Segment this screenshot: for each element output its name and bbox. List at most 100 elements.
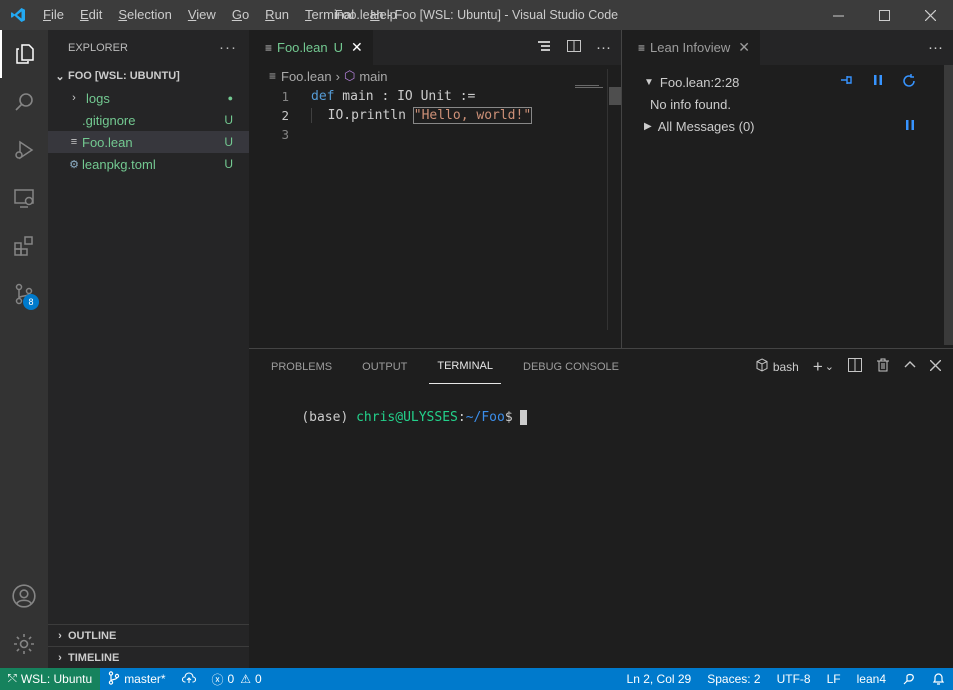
tree-item-logs[interactable]: › logs ● (48, 87, 249, 109)
menu-view[interactable]: View (180, 0, 224, 30)
tree-item-gitignore[interactable]: .gitignore U (48, 109, 249, 131)
code-line-current: 2 IO.println "Hello, world!" (281, 107, 533, 124)
maximize-panel-icon[interactable] (904, 359, 916, 374)
minimap[interactable] (575, 85, 607, 89)
close-icon[interactable]: ✕ (738, 39, 750, 56)
error-icon: ⓧ (211, 672, 224, 687)
pause-icon[interactable] (871, 73, 885, 92)
tab-output[interactable]: OUTPUT (354, 349, 415, 384)
code-editor[interactable]: 1 def main : IO Unit := 2 IO.println "He… (249, 69, 621, 330)
status-bar: ⤲ WSL: Ubuntu master* ⓧ 0 ⚠ 0 Ln 2, Col 29… (0, 668, 953, 690)
source-control-icon[interactable]: 8 (0, 270, 48, 318)
more-actions-icon[interactable]: ··· (596, 39, 611, 56)
tab-label: Lean Infoview (650, 40, 731, 55)
close-icon[interactable]: ✕ (351, 39, 363, 56)
tab-label: Foo.lean (277, 40, 328, 55)
cursor-position[interactable]: Ln 2, Col 29 (619, 668, 700, 690)
cursor-location: Foo.lean:2:28 (659, 74, 740, 90)
breadcrumb: ≡ Foo.lean › ⬡ main (249, 65, 621, 87)
end-of-line[interactable]: LF (819, 668, 849, 690)
tab-status: U (333, 40, 343, 55)
notifications-icon[interactable] (924, 668, 953, 690)
timeline-label: TIMELINE (68, 652, 120, 664)
remote-label: WSL: Ubuntu (20, 672, 93, 686)
menu-selection[interactable]: Selection (110, 0, 179, 30)
explorer-title: EXPLORER (68, 41, 128, 54)
account-icon[interactable] (0, 572, 48, 620)
git-modified-dot: ● (227, 93, 233, 103)
outline-section[interactable]: › OUTLINE (48, 625, 249, 647)
workspace-root[interactable]: ⌄ FOO [WSL: UBUNTU] (48, 65, 249, 87)
menu-bar: File Edit Selection View Go Run Terminal… (35, 0, 405, 30)
infoview-scrollbar[interactable] (944, 65, 953, 345)
terminal-path: ~/Foo (465, 410, 505, 425)
title-bar: File Edit Selection View Go Run Terminal… (0, 0, 953, 30)
menu-file[interactable]: File (35, 0, 72, 30)
extensions-icon[interactable] (0, 222, 48, 270)
terminal-shell-label: bash (772, 359, 799, 374)
infoview-toggle-icon[interactable] (536, 38, 552, 57)
breadcrumb-symbol[interactable]: main (359, 69, 387, 84)
refresh-icon[interactable] (901, 73, 917, 92)
problems-indicator[interactable]: ⓧ 0 ⚠ 0 (204, 668, 270, 690)
menu-go[interactable]: Go (224, 0, 257, 30)
sync-button[interactable] (174, 668, 204, 690)
new-terminal-icon[interactable]: + (813, 357, 823, 377)
editor-tab-foo-lean[interactable]: ≡ Foo.lean U ✕ (249, 30, 373, 65)
infoview-goal-header[interactable]: ▼ Foo.lean:2:28 (644, 71, 953, 93)
tab-problems[interactable]: PROBLEMS (263, 349, 340, 384)
remote-indicator[interactable]: ⤲ WSL: Ubuntu (0, 668, 101, 690)
code-line: 1 def main : IO Unit := (281, 89, 476, 104)
split-editor-icon[interactable] (566, 38, 582, 57)
terminal-cursor (520, 410, 528, 425)
menu-terminal[interactable]: Terminal (297, 0, 362, 30)
more-actions-icon[interactable]: ··· (219, 39, 237, 56)
tree-item-foo-lean[interactable]: ≡ Foo.lean U (48, 131, 249, 153)
pin-icon[interactable] (839, 73, 855, 92)
lean-file-icon: ≡ (70, 136, 78, 148)
menu-edit[interactable]: Edit (72, 0, 110, 30)
encoding[interactable]: UTF-8 (769, 668, 819, 690)
infoview-tab[interactable]: ≡ Lean Infoview ✕ (622, 30, 760, 65)
all-messages-header[interactable]: ▶ All Messages (0) (644, 115, 953, 137)
menu-run[interactable]: Run (257, 0, 297, 30)
breadcrumb-file[interactable]: Foo.lean (281, 69, 332, 84)
split-terminal-icon[interactable] (848, 358, 862, 375)
timeline-section[interactable]: › TIMELINE (48, 647, 249, 669)
explorer-icon[interactable] (0, 30, 48, 78)
symbol-method-icon: ⬡ (343, 68, 356, 83)
lean-file-icon: ≡ (269, 69, 277, 83)
maximize-button[interactable] (861, 0, 907, 30)
language-mode[interactable]: lean4 (849, 668, 894, 690)
editor-scrollbar[interactable] (607, 69, 621, 330)
tree-item-leanpkg[interactable]: ⚙ leanpkg.toml U (48, 153, 249, 175)
tree-item-label: leanpkg.toml (82, 156, 156, 172)
git-branch-label: master* (124, 672, 166, 686)
terminal-selector[interactable]: bash (755, 358, 799, 375)
caret-right-icon: ▶ (644, 120, 652, 132)
git-untracked-badge: U (224, 113, 233, 127)
minimize-button[interactable] (815, 0, 861, 30)
chevron-right-icon: › (72, 92, 76, 104)
chevron-down-icon[interactable]: ⌄ (825, 360, 834, 373)
feedback-icon[interactable] (894, 668, 924, 690)
all-messages-label: All Messages (0) (657, 118, 755, 134)
close-window-button[interactable] (907, 0, 953, 30)
more-actions-icon[interactable]: ··· (928, 39, 943, 56)
close-panel-icon[interactable] (929, 359, 942, 374)
menu-help[interactable]: Help (362, 0, 405, 30)
search-icon[interactable] (0, 78, 48, 126)
pause-icon[interactable] (903, 118, 917, 135)
indentation[interactable]: Spaces: 2 (699, 668, 768, 690)
run-debug-icon[interactable] (0, 126, 48, 174)
kill-terminal-icon[interactable] (876, 358, 890, 375)
git-branch-icon (108, 670, 120, 688)
remote-explorer-icon[interactable] (0, 174, 48, 222)
chevron-right-icon: › (58, 630, 62, 642)
settings-gear-icon[interactable] (0, 620, 48, 668)
terminal-output[interactable]: (base) chris@ULYSSES:~/Foo$ (249, 384, 953, 440)
git-branch[interactable]: master* (100, 668, 173, 690)
tab-debug-console[interactable]: DEBUG CONSOLE (515, 349, 627, 384)
tree-item-label: logs (86, 90, 110, 106)
tab-terminal[interactable]: TERMINAL (429, 349, 501, 384)
